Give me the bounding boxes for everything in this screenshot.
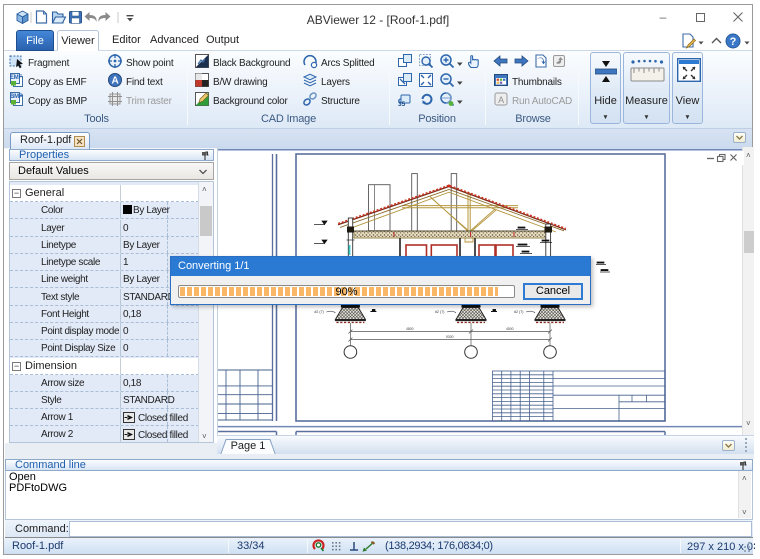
svg-text:EMF: EMF — [10, 75, 23, 81]
svg-text:4800: 4800 — [406, 327, 414, 331]
svg-text:#2 (7): #2 (7) — [435, 310, 444, 314]
svg-text:35: 35 — [398, 101, 406, 107]
svg-text:?: ? — [730, 36, 737, 48]
svg-text:#2 (7): #2 (7) — [514, 310, 523, 314]
svg-text:4500: 4500 — [506, 327, 514, 331]
svg-text:BMP: BMP — [10, 94, 23, 100]
svg-text:#2 (7): #2 (7) — [314, 310, 323, 314]
svg-text:9300: 9300 — [446, 335, 454, 339]
svg-text:A: A — [111, 76, 118, 87]
svg-text:A: A — [498, 95, 504, 105]
